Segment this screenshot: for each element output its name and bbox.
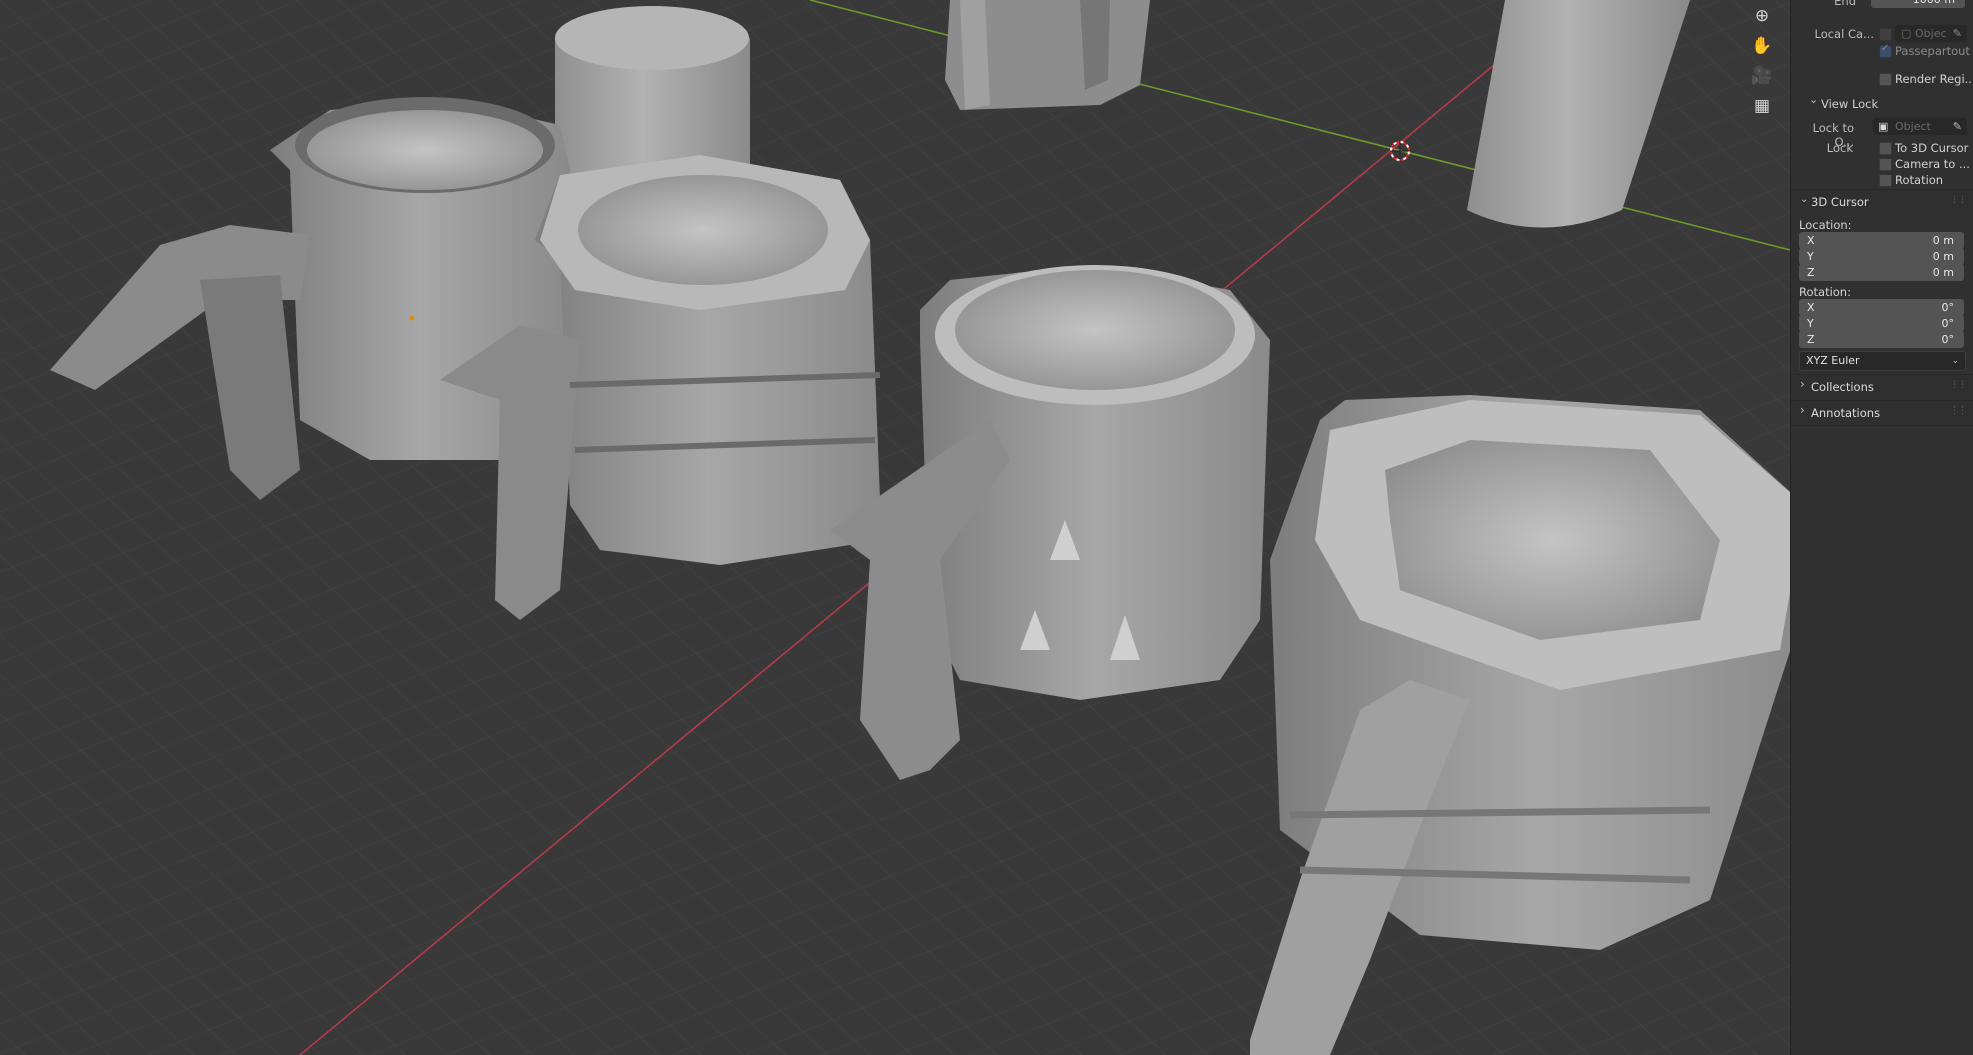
- axis-value: 0°: [1941, 333, 1955, 346]
- axis-label: X: [1807, 301, 1815, 314]
- drag-grip-icon[interactable]: ⋮⋮: [1950, 406, 1967, 416]
- camera-to-view-checkbox[interactable]: [1879, 158, 1892, 171]
- end-field[interactable]: 1000 m: [1871, 0, 1965, 8]
- panel-annotations-title: Annotations: [1811, 406, 1881, 420]
- end-value: 1000 m: [1913, 0, 1955, 8]
- render-region-checkbox[interactable]: [1879, 73, 1892, 86]
- location-x-field[interactable]: X 0 m: [1799, 232, 1964, 249]
- passepartout-label: Passepartout: [1895, 44, 1970, 58]
- axis-label: X: [1807, 234, 1815, 247]
- chevron-down-icon: ⌄: [1951, 356, 1959, 366]
- local-camera-object-field[interactable]: ▢ Objec ✎: [1895, 25, 1967, 42]
- panel-collections-header[interactable]: › Collections ⋮⋮: [1791, 374, 1973, 399]
- panel-3d-cursor-header[interactable]: ⌄ 3D Cursor ⋮⋮: [1791, 189, 1973, 214]
- lock-to-3d-cursor-checkbox[interactable]: [1879, 142, 1892, 155]
- camera-view-icon[interactable]: 🎥: [1744, 63, 1780, 89]
- chevron-down-icon: ⌄: [1800, 194, 1809, 205]
- axis-value: 0 m: [1932, 266, 1954, 279]
- drag-grip-icon[interactable]: ⋮⋮: [1950, 195, 1967, 205]
- lock-to-3d-cursor-label: To 3D Cursor: [1895, 141, 1969, 155]
- viewport-scene: [0, 0, 1790, 1055]
- local-camera-placeholder: Objec: [1915, 27, 1947, 40]
- location-label: Location:: [1799, 218, 1852, 232]
- axis-label: Y: [1807, 317, 1814, 330]
- end-label: End: [1834, 0, 1856, 8]
- lock-to-object-field[interactable]: ▣ Object ✎: [1873, 118, 1967, 135]
- view-sidebar: End 1000 m Local Ca... ▢ Objec ✎ Passepa…: [1790, 0, 1973, 1055]
- rotation-mode-value: XYZ Euler: [1806, 354, 1860, 367]
- 3d-viewport[interactable]: ⊕ ✋ 🎥 ▦: [0, 0, 1790, 1055]
- rotation-y-field[interactable]: Y 0°: [1799, 315, 1964, 332]
- chevron-down-icon[interactable]: ⌄: [1809, 93, 1818, 106]
- camera-to-view-label: Camera to ...: [1895, 157, 1970, 171]
- render-region-label: Render Regi...: [1895, 72, 1973, 86]
- rotation-label: Rotation:: [1799, 285, 1851, 299]
- lock-label: Lock: [1826, 141, 1853, 155]
- pan-hand-icon[interactable]: ✋: [1744, 33, 1780, 59]
- eyedropper-icon[interactable]: ✎: [1953, 118, 1962, 135]
- object-icon: ▣: [1878, 120, 1889, 133]
- chevron-right-icon: ›: [1800, 377, 1805, 391]
- chevron-right-icon: ›: [1800, 403, 1805, 417]
- object-icon: ▢: [1901, 27, 1912, 40]
- axis-label: Y: [1807, 250, 1814, 263]
- panel-annotations-header[interactable]: › Annotations ⋮⋮: [1791, 400, 1973, 426]
- local-camera-label: Local Ca...: [1814, 27, 1874, 41]
- 3d-cursor[interactable]: [1390, 141, 1410, 161]
- axis-value: 0°: [1941, 301, 1955, 314]
- perspective-grid-icon[interactable]: ▦: [1744, 93, 1780, 119]
- rotation-x-field[interactable]: X 0°: [1799, 299, 1964, 316]
- drag-grip-icon[interactable]: ⋮⋮: [1950, 380, 1967, 390]
- lock-rotation-label: Rotation: [1895, 173, 1944, 187]
- rotation-z-field[interactable]: Z 0°: [1799, 331, 1964, 348]
- zoom-icon[interactable]: ⊕: [1744, 3, 1780, 29]
- rotation-mode-select[interactable]: XYZ Euler ⌄: [1799, 351, 1966, 371]
- axis-label: Z: [1807, 333, 1815, 346]
- passepartout-checkbox[interactable]: [1879, 43, 1892, 58]
- axis-value: 0°: [1941, 317, 1955, 330]
- top-mug: [945, 0, 1150, 110]
- local-camera-checkbox[interactable]: [1879, 28, 1892, 41]
- location-z-field[interactable]: Z 0 m: [1799, 264, 1964, 281]
- lock-object-placeholder: Object: [1895, 120, 1931, 133]
- view-lock-title[interactable]: View Lock: [1821, 97, 1878, 111]
- lock-rotation-checkbox[interactable]: [1879, 174, 1892, 187]
- axis-label: Z: [1807, 266, 1815, 279]
- axis-value: 0 m: [1932, 250, 1954, 263]
- eyedropper-icon[interactable]: ✎: [1953, 25, 1962, 42]
- panel-3d-cursor-title: 3D Cursor: [1811, 195, 1869, 209]
- axis-value: 0 m: [1932, 234, 1954, 247]
- location-y-field[interactable]: Y 0 m: [1799, 248, 1964, 265]
- panel-collections-title: Collections: [1811, 380, 1874, 394]
